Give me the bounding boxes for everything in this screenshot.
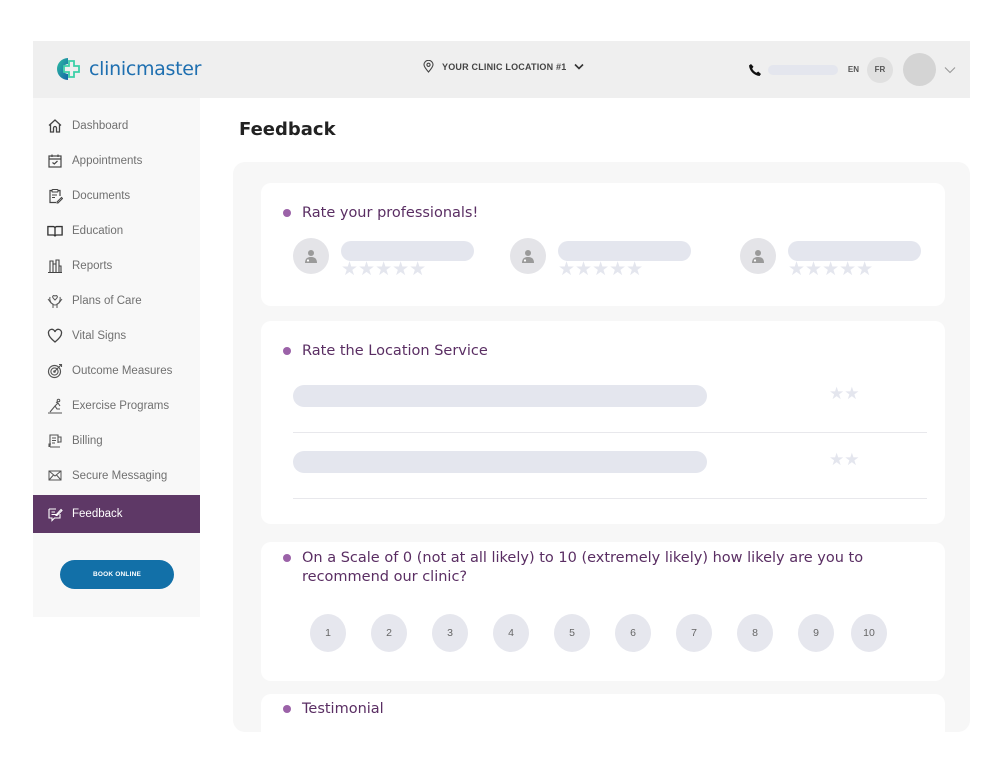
- doctor-avatar-icon: [293, 238, 329, 274]
- language-en[interactable]: EN: [848, 65, 859, 74]
- sidebar-item-label: Appointments: [72, 155, 142, 167]
- sidebar-item-education[interactable]: Education: [33, 213, 200, 248]
- nps-option-4[interactable]: 4: [493, 614, 529, 652]
- service-label-placeholder: [293, 385, 707, 407]
- home-icon: [47, 118, 63, 134]
- star-rating[interactable]: ★★: [829, 384, 859, 404]
- star-rating[interactable]: ★★★★★: [558, 258, 643, 281]
- heart-icon: [47, 328, 63, 344]
- bullet-icon: [283, 554, 291, 562]
- sidebar-item-documents[interactable]: Documents: [33, 178, 200, 213]
- header-actions: EN FR: [748, 53, 956, 86]
- clipboard-edit-icon: [47, 188, 63, 204]
- sidebar-item-vital-signs[interactable]: Vital Signs: [33, 318, 200, 353]
- chevron-down-icon: [574, 63, 584, 70]
- doctor-avatar-icon: [740, 238, 776, 274]
- testimonial-card: Testimonial: [261, 694, 945, 732]
- envelope-icon: [47, 468, 63, 484]
- app-window: clinicmaster YOUR CLINIC LOCATION #1 EN …: [33, 41, 970, 768]
- professional-item: ★★★★★: [740, 238, 921, 274]
- sidebar-item-feedback[interactable]: Feedback: [33, 495, 200, 533]
- nps-option-5[interactable]: 5: [554, 614, 590, 652]
- section-title: On a Scale of 0 (not at all likely) to 1…: [302, 549, 873, 587]
- professional-item: ★★★★★: [293, 238, 474, 274]
- sidebar-item-billing[interactable]: Billing: [33, 423, 200, 458]
- location-pin-icon: [423, 60, 434, 73]
- logo-cross-icon: [55, 56, 85, 82]
- sidebar-item-label: Billing: [72, 435, 103, 447]
- page-title: Feedback: [239, 119, 336, 140]
- language-fr[interactable]: FR: [867, 57, 893, 83]
- nps-scale: 1 2 3 4 5 6 7 8 9 10: [310, 614, 887, 652]
- sidebar-item-secure-messaging[interactable]: Secure Messaging: [33, 458, 200, 493]
- feedback-panel: Rate your professionals! ★★★★★ ★★★★★: [233, 162, 970, 732]
- section-title: Rate your professionals!: [302, 204, 478, 223]
- book-online-button[interactable]: BOOK ONLINE: [60, 560, 174, 589]
- nps-option-6[interactable]: 6: [615, 614, 651, 652]
- exercise-icon: [47, 398, 63, 414]
- book-open-icon: [47, 223, 63, 239]
- bullet-icon: [283, 347, 291, 355]
- sidebar-item-dashboard[interactable]: Dashboard: [33, 108, 200, 143]
- sidebar-item-label: Outcome Measures: [72, 365, 172, 377]
- sidebar-item-label: Plans of Care: [72, 295, 142, 307]
- sidebar-item-label: Exercise Programs: [72, 400, 169, 412]
- divider: [293, 432, 927, 433]
- rate-location-card: Rate the Location Service ★★ ★★: [261, 321, 945, 524]
- feedback-icon: [47, 506, 63, 522]
- sidebar-item-reports[interactable]: Reports: [33, 248, 200, 283]
- sidebar-item-outcome-measures[interactable]: Outcome Measures: [33, 353, 200, 388]
- logo[interactable]: clinicmaster: [55, 56, 201, 82]
- target-icon: [47, 363, 63, 379]
- phone-number-placeholder: [768, 65, 838, 75]
- sidebar-item-exercise-programs[interactable]: Exercise Programs: [33, 388, 200, 423]
- bullet-icon: [283, 705, 291, 713]
- sidebar-item-label: Dashboard: [72, 120, 128, 132]
- bullet-icon: [283, 209, 291, 217]
- nps-option-2[interactable]: 2: [371, 614, 407, 652]
- professional-item: ★★★★★: [510, 238, 691, 274]
- calendar-check-icon: [47, 153, 63, 169]
- location-selector[interactable]: YOUR CLINIC LOCATION #1: [423, 60, 584, 73]
- top-bar: clinicmaster YOUR CLINIC LOCATION #1 EN …: [33, 41, 970, 98]
- invoice-icon: [47, 433, 63, 449]
- service-label-placeholder: [293, 451, 707, 473]
- section-title: Testimonial: [302, 700, 384, 719]
- section-heading: On a Scale of 0 (not at all likely) to 1…: [283, 549, 873, 587]
- sidebar-item-label: Feedback: [72, 508, 123, 520]
- sidebar-item-label: Secure Messaging: [72, 470, 167, 482]
- logo-text: clinicmaster: [89, 58, 201, 80]
- rate-professionals-card: Rate your professionals! ★★★★★ ★★★★★: [261, 183, 945, 306]
- user-menu-chevron-icon[interactable]: [944, 66, 956, 74]
- divider: [293, 498, 927, 499]
- section-heading: Rate your professionals!: [283, 204, 478, 223]
- user-avatar[interactable]: [903, 53, 936, 86]
- phone-icon: [748, 63, 762, 77]
- recommend-scale-card: On a Scale of 0 (not at all likely) to 1…: [261, 542, 945, 681]
- section-title: Rate the Location Service: [302, 342, 488, 361]
- sidebar-item-label: Reports: [72, 260, 112, 272]
- sidebar: Dashboard Appointments Documents Educati…: [33, 98, 200, 617]
- nps-option-1[interactable]: 1: [310, 614, 346, 652]
- location-label: YOUR CLINIC LOCATION #1: [442, 62, 566, 72]
- nps-option-8[interactable]: 8: [737, 614, 773, 652]
- nps-option-3[interactable]: 3: [432, 614, 468, 652]
- doctor-avatar-icon: [510, 238, 546, 274]
- nps-option-9[interactable]: 9: [798, 614, 834, 652]
- sidebar-item-label: Documents: [72, 190, 130, 202]
- care-hands-icon: [47, 293, 63, 309]
- star-rating[interactable]: ★★: [829, 450, 859, 470]
- section-heading: Rate the Location Service: [283, 342, 488, 361]
- star-rating[interactable]: ★★★★★: [788, 258, 873, 281]
- bar-chart-icon: [47, 258, 63, 274]
- sidebar-item-appointments[interactable]: Appointments: [33, 143, 200, 178]
- nps-option-10[interactable]: 10: [851, 614, 887, 652]
- sidebar-item-label: Vital Signs: [72, 330, 126, 342]
- nps-option-7[interactable]: 7: [676, 614, 712, 652]
- section-heading: Testimonial: [283, 700, 384, 719]
- sidebar-item-plans-of-care[interactable]: Plans of Care: [33, 283, 200, 318]
- sidebar-item-label: Education: [72, 225, 123, 237]
- star-rating[interactable]: ★★★★★: [341, 258, 426, 281]
